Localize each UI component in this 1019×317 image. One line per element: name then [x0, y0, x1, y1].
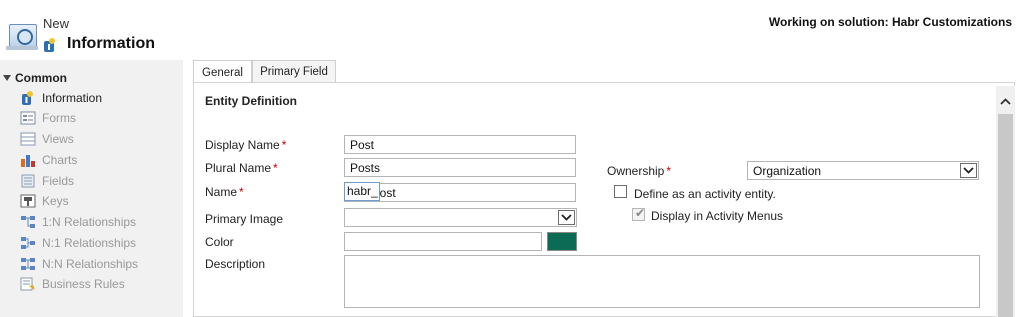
sidebar-item-nn-relationships[interactable]: N:N Relationships [20, 254, 138, 274]
description-label: Description [205, 257, 266, 271]
checkmark-icon: ✔ [635, 206, 646, 220]
solution-label: Working on solution: Habr Customizations [768, 15, 1012, 29]
sidebar-item-label: Business Rules [42, 277, 125, 291]
sidebar-item-label: Forms [42, 111, 76, 125]
entity-icon-base [6, 46, 38, 50]
chevron-down-icon[interactable] [960, 163, 977, 178]
required-marker: * [273, 161, 278, 175]
sidebar-item-label: N:1 Relationships [42, 236, 137, 250]
required-marker: * [281, 138, 287, 152]
plural-name-field[interactable] [344, 158, 576, 177]
nav-group-common[interactable]: Common [3, 71, 67, 85]
required-marker: * [666, 164, 672, 178]
activity-menus-checkbox[interactable]: ✔ [632, 206, 646, 221]
sidebar-item-forms[interactable]: Forms [20, 108, 76, 128]
display-name-label: Display Name * [205, 138, 287, 152]
color-swatch[interactable] [547, 232, 577, 251]
sidebar-item-label: 1:N Relationships [42, 215, 137, 229]
charts-icon [21, 155, 35, 167]
display-name-field[interactable] [344, 135, 576, 154]
activity-entity-label: Define as an activity entity. [634, 187, 776, 201]
sidebar: Common Information Forms Views Charts Fi… [0, 60, 183, 317]
info-icon [44, 38, 55, 52]
relationship-icon [21, 258, 35, 270]
tab-primary-field[interactable]: Primary Field [252, 60, 336, 83]
color-field[interactable] [344, 232, 542, 251]
sidebar-item-n1-relationships[interactable]: N:1 Relationships [20, 233, 136, 253]
ownership-label: Ownership * [607, 164, 672, 178]
page-header: New Information Working on solution: Hab… [0, 0, 1019, 60]
relationship-icon [21, 216, 35, 228]
sidebar-item-label: N:N Relationships [42, 257, 139, 271]
primary-image-label: Primary Image [205, 212, 284, 226]
sidebar-item-fields[interactable]: Fields [20, 171, 74, 191]
description-field[interactable] [344, 255, 980, 308]
sidebar-item-keys[interactable]: Keys [20, 191, 69, 211]
scrollbar-thumb[interactable] [998, 114, 1013, 317]
name-label: Name * [205, 185, 244, 199]
entity-definition-panel: Entity Definition Display Name* Plural N… [193, 82, 1015, 317]
primary-image-select[interactable] [344, 208, 577, 227]
fields-icon [21, 174, 35, 188]
section-title: Entity Definition [205, 94, 297, 108]
chevron-down-icon[interactable] [558, 210, 575, 225]
scroll-up-icon[interactable] [996, 92, 1015, 110]
sidebar-item-business-rules[interactable]: Business Rules [20, 274, 125, 294]
page-title: Information [67, 35, 155, 52]
entity-settings-icon [9, 24, 37, 48]
forms-icon [20, 111, 36, 125]
info-icon [22, 91, 33, 105]
name-prefix: habr_ [344, 182, 380, 201]
sidebar-item-label: Keys [42, 194, 69, 208]
keys-icon [20, 194, 36, 208]
business-rules-icon [20, 277, 35, 291]
sidebar-item-1n-relationships[interactable]: 1:N Relationships [20, 212, 136, 232]
ownership-select[interactable]: Organization [747, 161, 979, 180]
sidebar-item-label: Fields [42, 174, 75, 188]
views-icon [20, 132, 36, 146]
plural-name-label: Plural Name * [205, 161, 278, 175]
collapse-triangle-icon [3, 75, 11, 81]
sidebar-item-label: Charts [42, 153, 78, 167]
activity-menus-label: Display in Activity Menus [651, 209, 784, 223]
sidebar-item-charts[interactable]: Charts [20, 150, 77, 170]
sidebar-item-information[interactable]: Information [20, 88, 102, 108]
tab-general[interactable]: General [193, 60, 252, 84]
required-marker: * [239, 185, 244, 199]
relationship-icon [21, 237, 35, 249]
sidebar-item-label: Information [42, 91, 103, 105]
nav-group-label: Common [15, 71, 67, 85]
header-new-label: New [43, 16, 70, 31]
activity-entity-checkbox[interactable] [614, 185, 627, 198]
color-label: Color [205, 235, 234, 249]
vertical-scrollbar[interactable] [996, 86, 1015, 317]
sidebar-item-views[interactable]: Views [20, 129, 74, 149]
sidebar-item-label: Views [42, 132, 74, 146]
ownership-value: Organization [753, 164, 822, 178]
